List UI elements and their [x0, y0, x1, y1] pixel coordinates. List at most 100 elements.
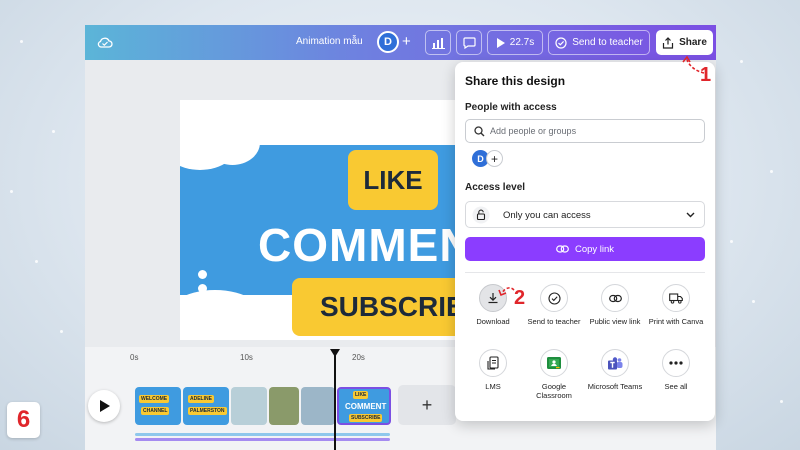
- annotation-step-2: 2: [514, 287, 526, 309]
- share-button[interactable]: Share: [656, 30, 713, 55]
- add-collaborator-icon[interactable]: +: [402, 33, 411, 50]
- page-thumbnail-selected[interactable]: LIKE COMMENT SUBSCRIBE: [337, 387, 391, 425]
- send-to-teacher-label: Send to teacher: [572, 37, 643, 48]
- thumb-text: WELCOME: [139, 395, 170, 403]
- add-collaborator-icon[interactable]: +: [486, 150, 503, 167]
- dot-decoration: [198, 270, 207, 279]
- copy-link-button[interactable]: Copy link: [465, 237, 705, 261]
- snow-speck: [60, 330, 63, 333]
- play-icon: [99, 400, 110, 412]
- timeline-tick: 10s: [240, 353, 253, 362]
- option-label: LMS: [485, 382, 501, 391]
- insights-button[interactable]: [425, 30, 451, 55]
- page-thumbnail[interactable]: ADELINE PALMERSTON: [183, 387, 229, 425]
- page-thumbnail[interactable]: [231, 387, 267, 425]
- divider: [465, 272, 705, 273]
- comment-icon: [462, 36, 476, 49]
- playhead[interactable]: [334, 350, 336, 450]
- snow-speck: [10, 190, 13, 193]
- thumb-text: LIKE: [353, 391, 369, 399]
- snow-speck: [20, 40, 23, 43]
- share-upload-icon: [662, 36, 674, 49]
- subscribe-banner: SUBSCRIBE: [292, 278, 476, 336]
- copy-link-label: Copy link: [574, 243, 615, 255]
- timeline-tick: 20s: [352, 353, 365, 362]
- page-thumbnail[interactable]: WELCOME CHANNEL: [135, 387, 181, 425]
- snow-speck: [52, 130, 55, 133]
- step-number-badge: 6: [7, 402, 40, 438]
- snow-speck: [752, 300, 755, 303]
- annotation-step-1: 1: [700, 64, 712, 86]
- dot-decoration: [330, 128, 339, 137]
- thumb-text: SUBSCRIBE: [349, 414, 383, 422]
- share-label: Share: [679, 37, 707, 48]
- thumb-text: COMMENT: [345, 402, 387, 411]
- microsoft-teams-icon: [601, 349, 629, 377]
- truck-icon: [662, 284, 690, 312]
- thumb-text: CHANNEL: [141, 407, 170, 415]
- add-people-input[interactable]: [490, 123, 695, 139]
- send-to-teacher-option[interactable]: Send to teacher: [523, 284, 585, 326]
- comment-button[interactable]: [456, 30, 482, 55]
- like-sticker: LIKE: [348, 150, 438, 210]
- audio-track[interactable]: [135, 433, 390, 436]
- design-page[interactable]: LIKE COMMENT SUBSCRIBE: [180, 100, 476, 340]
- dot-decoration: [345, 128, 354, 137]
- snow-speck: [35, 260, 38, 263]
- document-title[interactable]: Animation mẫu: [296, 36, 363, 47]
- access-level-label: Access level: [465, 182, 526, 193]
- avatar[interactable]: D: [377, 31, 399, 53]
- option-label: Public view link: [589, 317, 641, 326]
- timeline-tick: 0s: [130, 353, 139, 362]
- duration-label: 22.7s: [509, 37, 535, 48]
- panel-title: Share this design: [465, 74, 566, 88]
- access-level-value: Only you can access: [503, 210, 591, 221]
- option-label: Google Classroom: [536, 382, 572, 401]
- people-with-access-label: People with access: [465, 102, 557, 113]
- option-label: Microsoft Teams: [587, 382, 643, 391]
- document-export-icon: [479, 349, 507, 377]
- option-label: Send to teacher: [527, 317, 581, 326]
- lms-option[interactable]: LMS: [462, 349, 524, 391]
- add-people-field[interactable]: [465, 119, 705, 143]
- audio-track[interactable]: [135, 438, 390, 441]
- comment-headline: COMMENT: [258, 219, 476, 271]
- see-all-option[interactable]: See all: [645, 349, 707, 391]
- print-with-canva-option[interactable]: Print with Canva: [645, 284, 707, 326]
- thumb-text: PALMERSTON: [188, 407, 227, 415]
- check-circle-icon: [555, 36, 567, 49]
- more-icon: [662, 349, 690, 377]
- page-thumbnail[interactable]: [301, 387, 335, 425]
- public-view-link-option[interactable]: Public view link: [584, 284, 646, 326]
- chevron-down-icon: [686, 212, 695, 218]
- send-to-teacher-button[interactable]: Send to teacher: [548, 30, 650, 55]
- page-thumbnail[interactable]: [269, 387, 299, 425]
- snow-speck: [770, 170, 773, 173]
- snow-speck: [740, 60, 743, 63]
- search-icon: [474, 126, 485, 137]
- option-label: See all: [664, 382, 688, 391]
- bar-chart-icon: [431, 37, 445, 49]
- microsoft-teams-option[interactable]: Microsoft Teams: [584, 349, 646, 391]
- dot-decoration: [315, 128, 324, 137]
- top-toolbar: Animation mẫu D + 22.7s Send to teacher: [85, 25, 716, 60]
- thumb-text: ADELINE: [188, 395, 214, 403]
- play-preview-button[interactable]: 22.7s: [487, 30, 543, 55]
- option-label: Print with Canva: [648, 317, 704, 326]
- link-icon: [556, 245, 569, 253]
- google-classroom-icon: [540, 349, 568, 377]
- dot-decoration: [198, 284, 207, 293]
- check-circle-icon: [540, 284, 568, 312]
- play-icon: [496, 37, 505, 48]
- google-classroom-option[interactable]: Google Classroom: [523, 349, 585, 401]
- cloud-saved-icon[interactable]: [97, 35, 113, 49]
- access-level-dropdown[interactable]: Only you can access: [465, 201, 705, 228]
- lock-icon: [472, 206, 490, 224]
- snow-speck: [780, 400, 783, 403]
- link-icon: [601, 284, 629, 312]
- cloud-shape: [205, 120, 260, 165]
- timeline-play-button[interactable]: [88, 390, 120, 422]
- add-page-button[interactable]: +: [398, 385, 456, 425]
- snow-speck: [730, 240, 733, 243]
- share-design-panel: Share this design People with access D +…: [455, 62, 715, 421]
